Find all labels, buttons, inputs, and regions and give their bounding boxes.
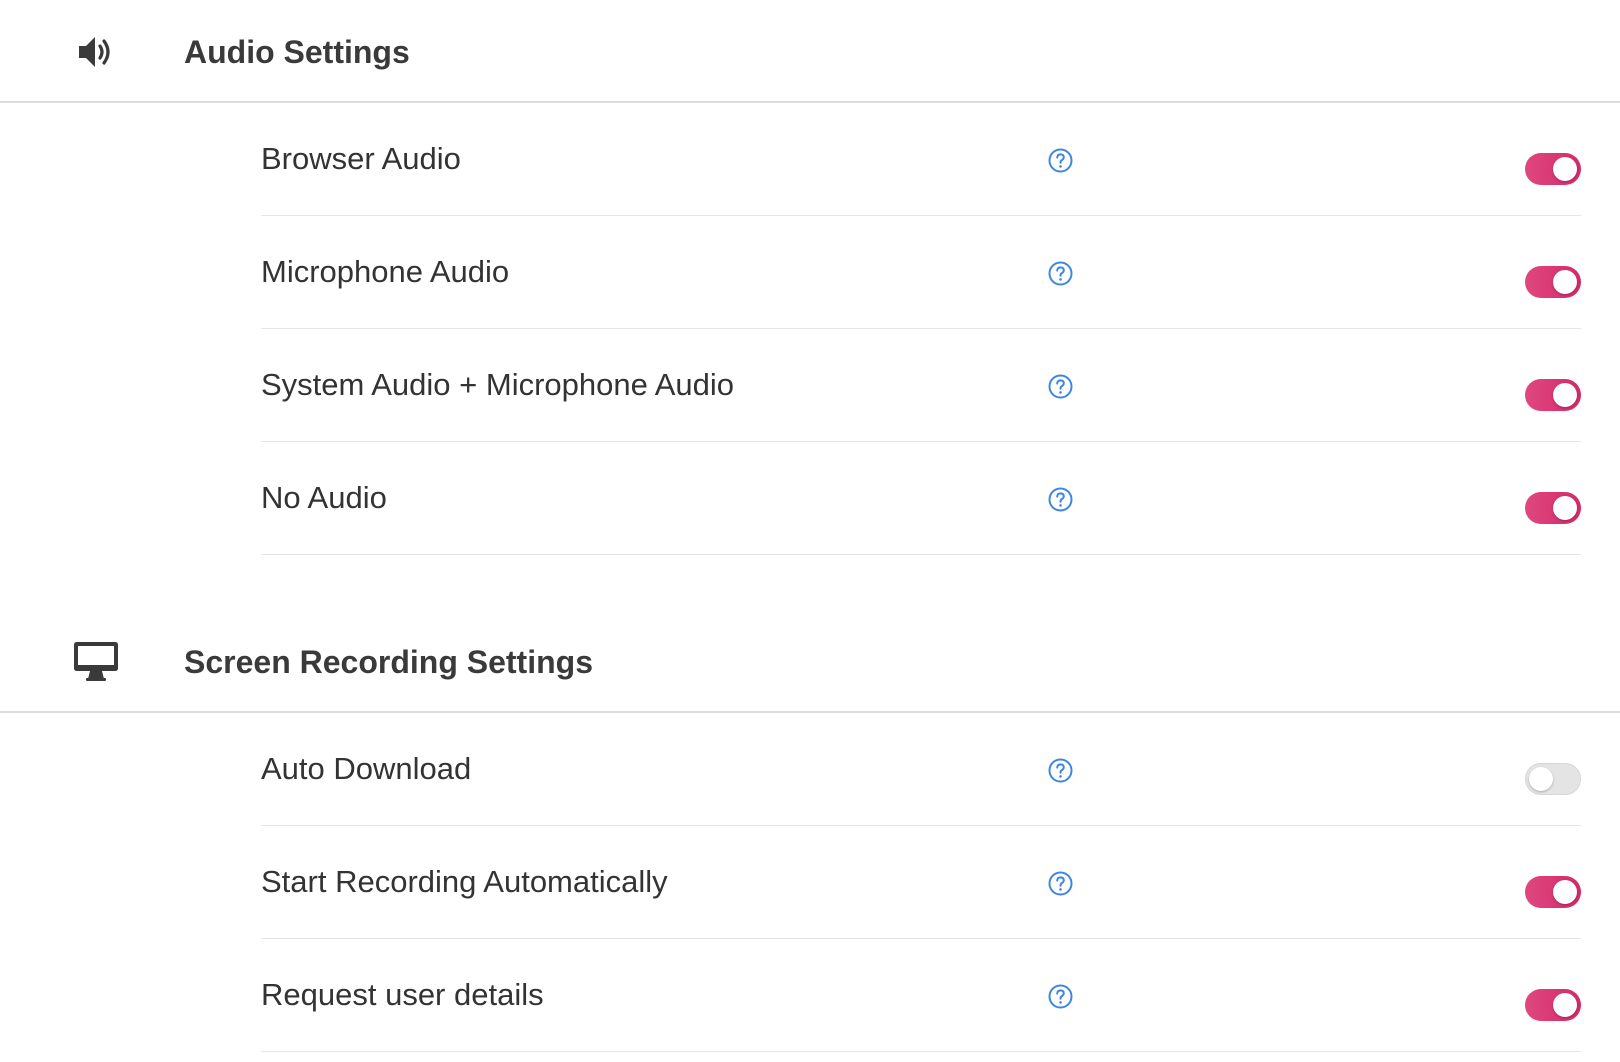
setting-label: Start Recording Automatically (261, 864, 668, 899)
setting-row-system-microphone-audio: System Audio + Microphone Audio (261, 329, 1581, 442)
audio-settings-section: Audio Settings Browser Audio Microphone … (0, 0, 1620, 555)
no-audio-toggle[interactable] (1525, 492, 1581, 524)
help-icon[interactable] (1048, 871, 1073, 896)
help-icon[interactable] (1048, 487, 1073, 512)
help-icon[interactable] (1048, 984, 1073, 1009)
setting-label: Auto Download (261, 751, 472, 786)
speaker-icon (72, 30, 120, 74)
setting-row-browser-audio: Browser Audio (261, 103, 1581, 216)
audio-settings-header: Audio Settings (0, 0, 1620, 103)
toggle-knob (1553, 270, 1577, 294)
setting-row-auto-download: Auto Download (261, 713, 1581, 826)
toggle-knob (1553, 993, 1577, 1017)
microphone-audio-toggle[interactable] (1525, 266, 1581, 298)
help-icon[interactable] (1048, 758, 1073, 783)
setting-label: Microphone Audio (261, 254, 510, 289)
browser-audio-toggle[interactable] (1525, 153, 1581, 185)
desktop-monitor-icon (72, 640, 120, 684)
audio-settings-title: Audio Settings (184, 34, 410, 70)
auto-download-toggle[interactable] (1525, 763, 1581, 795)
screen-recording-settings-title: Screen Recording Settings (184, 644, 593, 680)
toggle-knob (1553, 496, 1577, 520)
setting-row-start-recording-automatically: Start Recording Automatically (261, 826, 1581, 939)
toggle-knob (1553, 157, 1577, 181)
screen-recording-settings-section: Screen Recording Settings Auto Download … (0, 610, 1620, 1052)
setting-label: Browser Audio (261, 141, 461, 176)
audio-settings-list: Browser Audio Microphone Audio System Au… (261, 103, 1581, 555)
screen-recording-settings-list: Auto Download Start Recording Automatica… (261, 713, 1581, 1052)
setting-row-no-audio: No Audio (261, 442, 1581, 555)
screen-recording-settings-header: Screen Recording Settings (0, 610, 1620, 713)
setting-label: No Audio (261, 480, 387, 515)
toggle-knob (1553, 383, 1577, 407)
setting-label: Request user details (261, 977, 544, 1012)
setting-label: System Audio + Microphone Audio (261, 367, 735, 402)
setting-row-request-user-details: Request user details (261, 939, 1581, 1052)
help-icon[interactable] (1048, 374, 1073, 399)
toggle-knob (1553, 880, 1577, 904)
help-icon[interactable] (1048, 148, 1073, 173)
setting-row-microphone-audio: Microphone Audio (261, 216, 1581, 329)
request-user-details-toggle[interactable] (1525, 989, 1581, 1021)
system-microphone-audio-toggle[interactable] (1525, 379, 1581, 411)
help-icon[interactable] (1048, 261, 1073, 286)
start-recording-automatically-toggle[interactable] (1525, 876, 1581, 908)
toggle-knob (1529, 767, 1553, 791)
